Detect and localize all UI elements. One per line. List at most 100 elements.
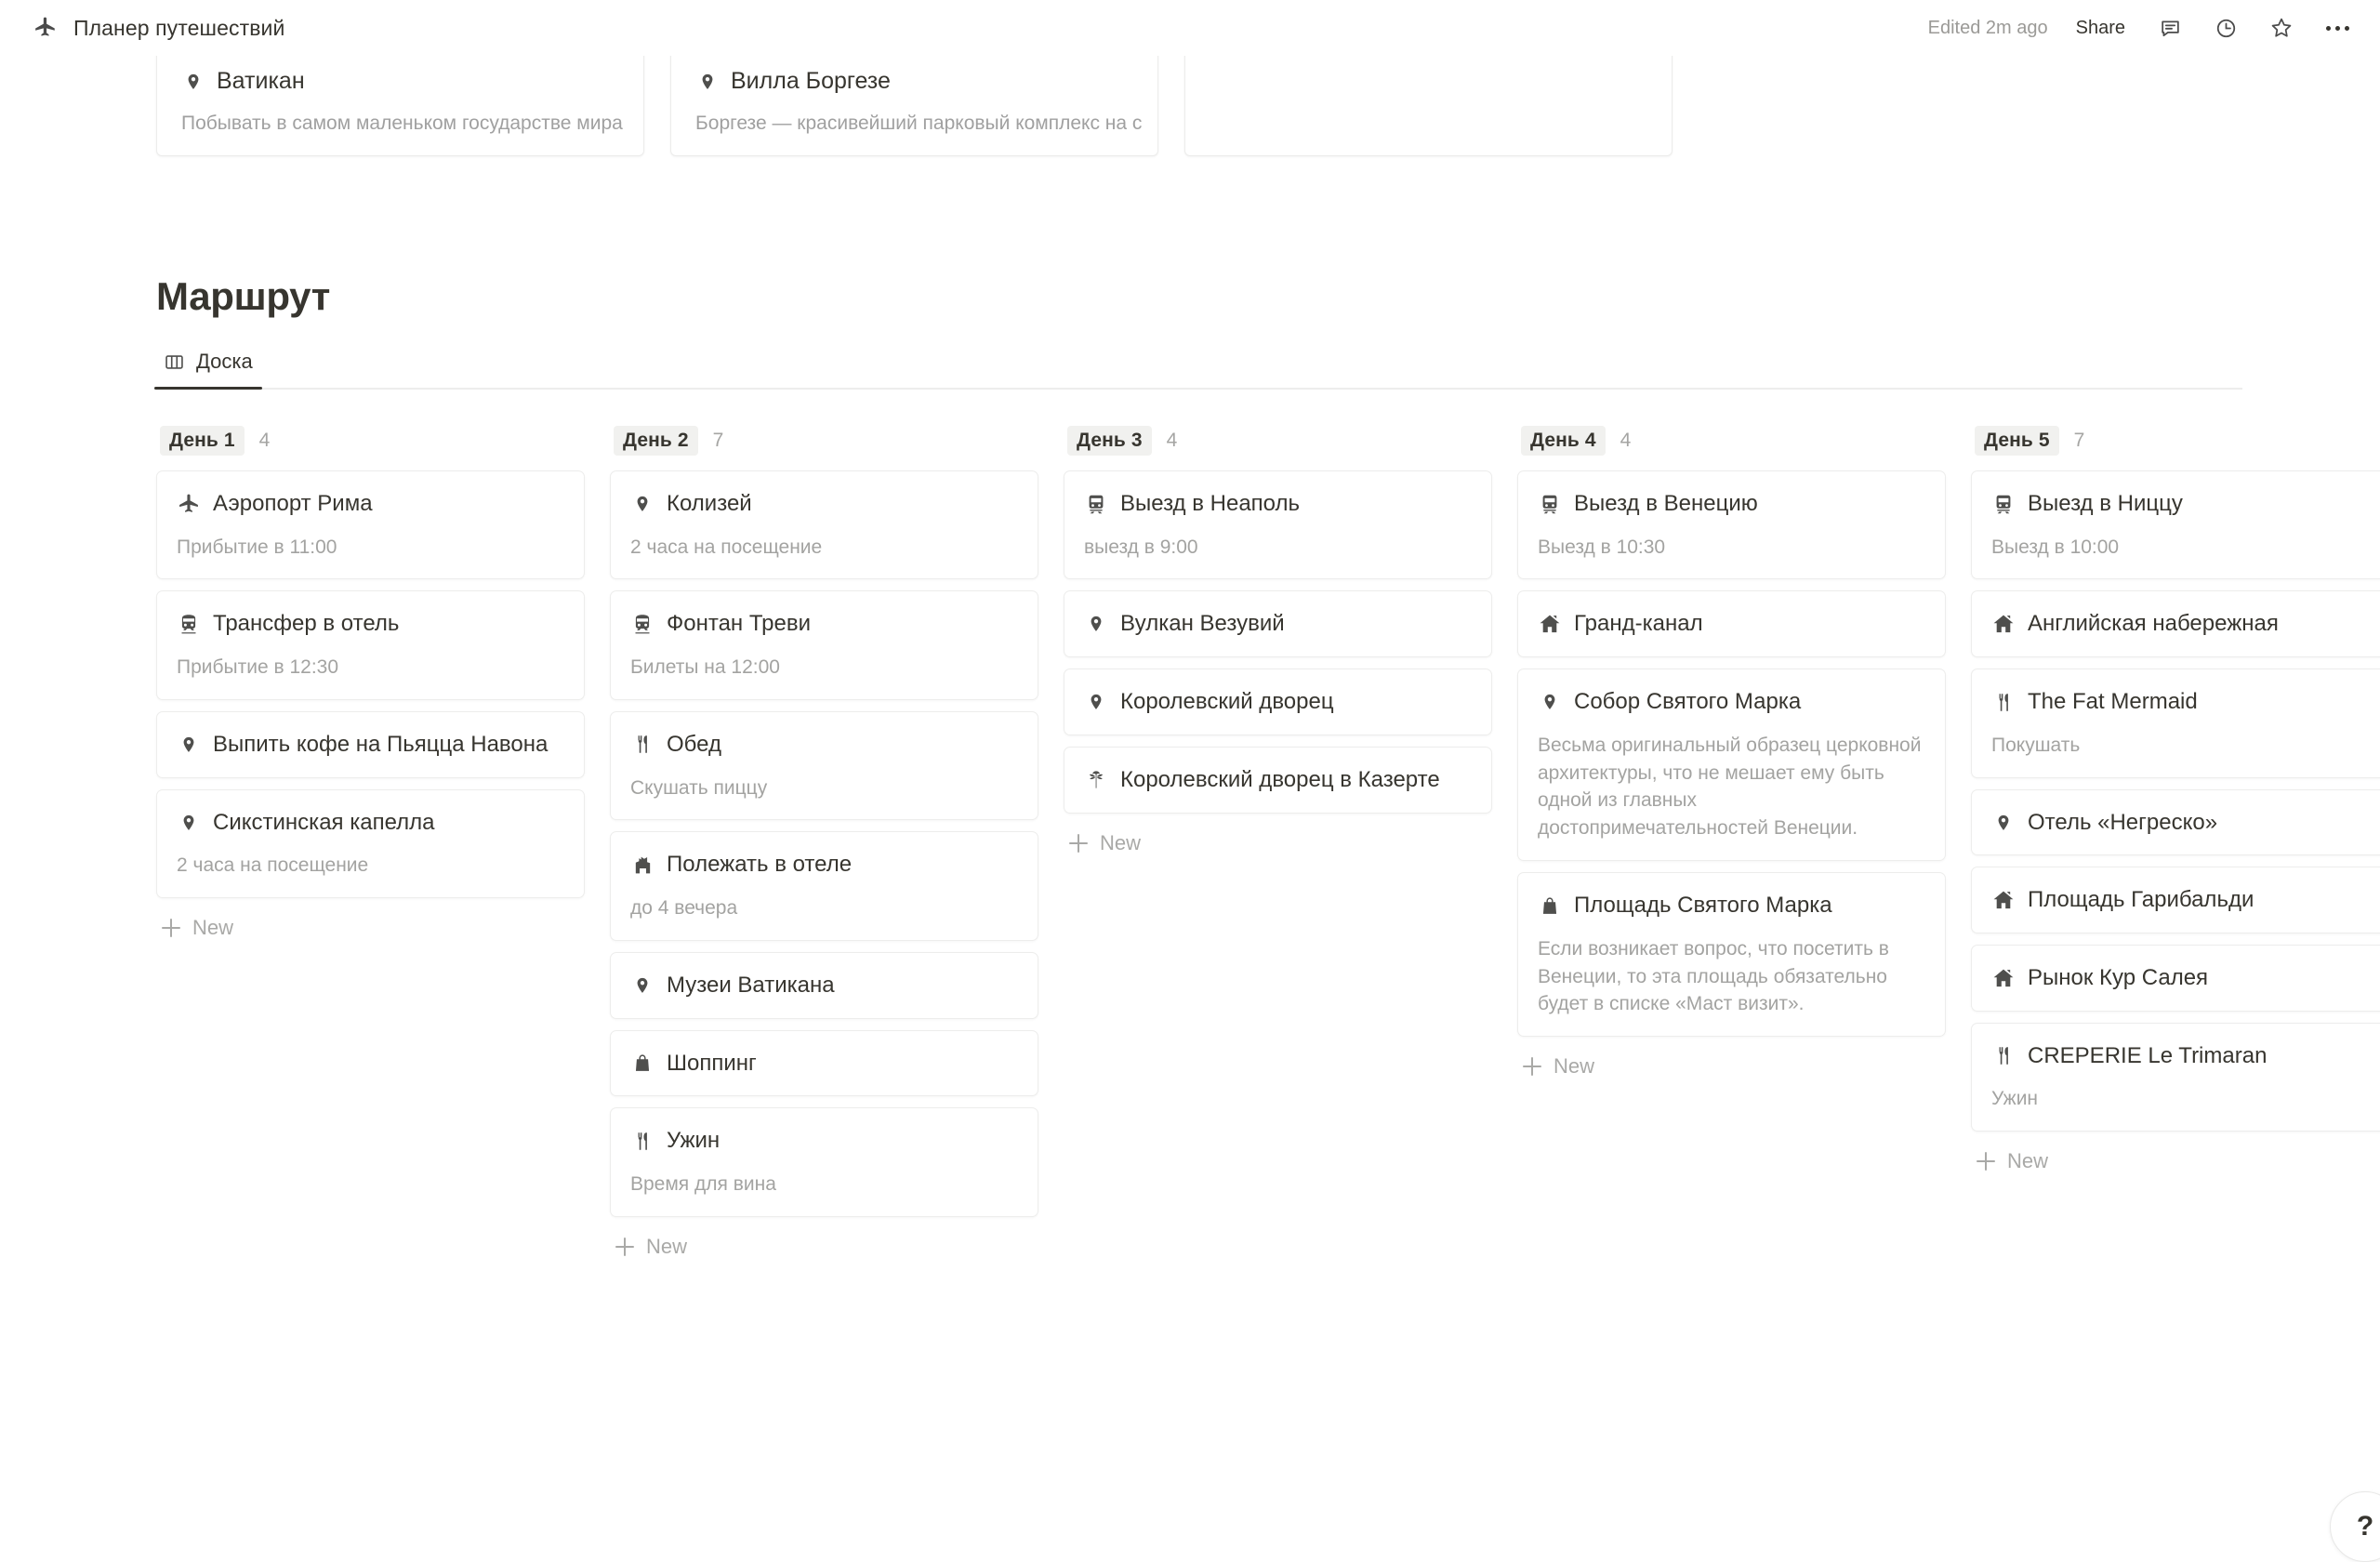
gallery-card-title: Вилла Боргезе — [731, 68, 891, 94]
card-title: Полежать в отеле — [667, 852, 853, 878]
board-card[interactable]: Музеи Ватикана — [610, 951, 1038, 1019]
board-card[interactable]: Площадь Святого Марка Если возникает вопр… — [1517, 872, 1946, 1038]
page-root: Планер путешествий Edited 2m ago Share В… — [0, 0, 2380, 1562]
card-title: Рынок Кур Салея — [2028, 964, 2209, 990]
home-icon — [1991, 610, 2016, 638]
column-count: 4 — [1166, 430, 1178, 451]
board-card[interactable]: The Fat Mermaid Покушать — [1971, 668, 2380, 778]
board-card[interactable]: Королевский дворец в Казерте — [1064, 746, 1492, 814]
board-card[interactable]: Выезд в Венецию Выезд в 10:30 — [1517, 470, 1946, 580]
board-card[interactable]: Трансфер в отель Прибытие в 12:30 — [156, 590, 585, 700]
column-count: 4 — [258, 430, 271, 451]
shopping-bag-icon — [630, 1050, 654, 1078]
board-card[interactable]: Гранд-канал — [1517, 590, 1946, 658]
card-subtitle: Прибытие в 11:00 — [177, 536, 337, 558]
board-card[interactable]: Сикстинская капелла 2 часа на посещение — [156, 788, 585, 899]
airplane-icon — [32, 14, 60, 42]
board-card[interactable]: Аэропорт Рима Прибытие в 11:00 — [156, 470, 585, 580]
column-header[interactable]: День 3 4 — [1064, 420, 1492, 461]
column-name-chip: День 5 — [1975, 426, 2059, 456]
card-subtitle: Прибытие в 12:30 — [177, 656, 339, 679]
card-title-row: Сикстинская капелла — [177, 808, 563, 838]
star-icon[interactable] — [2265, 11, 2298, 45]
board-card[interactable]: Вулкан Везувий — [1064, 590, 1492, 658]
card-title: Выпить кофе на Пьяцца Навона — [213, 731, 549, 757]
home-icon — [1991, 964, 2016, 992]
card-title-row: Выезд в Ниццу — [1991, 489, 2378, 519]
board-card[interactable]: CREPERIE Le Trimaran Ужин — [1971, 1022, 2380, 1132]
card-title-row: Музеи Ватикана — [630, 971, 1017, 1000]
card-title-row: Выпить кофе на Пьяцца Навона — [177, 730, 563, 760]
comment-icon[interactable] — [2153, 11, 2187, 45]
more-options-icon[interactable] — [2320, 11, 2354, 45]
share-button[interactable]: Share — [2070, 14, 2131, 43]
board-card[interactable]: Выезд в Ниццу Выезд в 10:00 — [1971, 470, 2380, 580]
gallery-card-desc: Боргезе — красивейший парковый комплекс … — [695, 113, 1143, 134]
board-card[interactable]: Площадь Гарибальди — [1971, 867, 2380, 933]
board-card[interactable]: Выезд в Неаполь выезд в 9:00 — [1064, 470, 1492, 580]
card-list: Выезд в Ниццу Выезд в 10:00 Английская наб… — [1971, 470, 2380, 1132]
column-header[interactable]: День 5 7 — [1971, 420, 2380, 461]
column-header[interactable]: День 4 4 — [1517, 420, 1946, 461]
card-subtitle: до 4 вечера — [630, 897, 738, 920]
plus-icon — [615, 1237, 634, 1256]
card-title: Вулкан Везувий — [1120, 611, 1285, 637]
board-card[interactable]: Английская набережная — [1971, 590, 2380, 658]
train-icon — [1084, 490, 1108, 518]
column-header[interactable]: День 2 7 — [610, 420, 1038, 461]
gallery-card-title-row: Ватикан — [181, 67, 619, 96]
board-card[interactable]: Колизей 2 часа на посещение — [610, 470, 1038, 580]
tab-board-label: Доска — [196, 349, 253, 373]
tab-board[interactable]: Доска — [154, 347, 262, 390]
card-title-row: Аэропорт Рима — [177, 489, 563, 519]
card-title-row: Английская набережная — [1991, 609, 2378, 639]
gallery-card-title-row: Вилла Боргезе — [695, 67, 1133, 96]
card-title-row: Колизей — [630, 489, 1017, 519]
view-tabs: Доска — [154, 347, 2242, 390]
add-new-card-button[interactable]: New — [610, 1217, 1038, 1259]
card-title: Шоппинг — [667, 1050, 757, 1076]
plus-icon — [162, 919, 180, 938]
board-card[interactable]: Собор Святого Марка Весьма оригинальный о… — [1517, 668, 1946, 862]
cutlery-icon — [630, 1127, 654, 1155]
card-title-row: Королевский дворец — [1084, 687, 1471, 717]
board-card[interactable]: Отель «Негреско» — [1971, 788, 2380, 856]
card-title: Английская набережная — [2028, 611, 2279, 637]
board-column: День 5 7 Выезд в Ниццу Выезд в 10:00 Английс… — [1971, 420, 2380, 1259]
board-card[interactable]: Ужин Время для вина — [610, 1107, 1038, 1217]
pin-icon — [630, 972, 654, 999]
board-column: День 2 7 Колизей 2 часа на посещение Фонтан … — [610, 420, 1038, 1259]
board-card[interactable]: Обед Скушать пиццу — [610, 710, 1038, 821]
board-card[interactable]: Шоппинг — [610, 1029, 1038, 1097]
breadcrumb[interactable]: Планер путешествий — [32, 14, 284, 42]
column-header[interactable]: День 1 4 — [156, 420, 585, 461]
card-list: Выезд в Венецию Выезд в 10:30 Гранд-канал С… — [1517, 470, 1946, 1038]
add-new-card-button[interactable]: New — [1971, 1132, 2380, 1173]
card-title: CREPERIE Le Trimaran — [2028, 1042, 2268, 1068]
card-title-row: Полежать в отеле — [630, 850, 1017, 880]
top-bar-actions: Edited 2m ago Share — [1928, 11, 2354, 45]
add-new-card-label: New — [1554, 1054, 1595, 1079]
column-name-chip: День 2 — [614, 426, 698, 456]
add-new-card-button[interactable]: New — [156, 898, 585, 940]
add-new-card-button[interactable]: New — [1064, 814, 1492, 855]
card-title-row: Обед — [630, 730, 1017, 760]
board-card[interactable]: Полежать в отеле до 4 вечера — [610, 831, 1038, 941]
card-title: Собор Святого Марка — [1574, 689, 1802, 715]
help-button[interactable]: ? — [2330, 1491, 2380, 1562]
section-heading: Маршрут — [156, 274, 330, 318]
card-title-row: Фонтан Треви — [630, 609, 1017, 639]
clock-icon[interactable] — [2209, 11, 2242, 45]
board-card[interactable]: Рынок Кур Салея — [1971, 944, 2380, 1012]
card-title: Фонтан Треви — [667, 611, 812, 637]
top-bar: Планер путешествий Edited 2m ago Share — [0, 0, 2380, 56]
add-new-card-label: New — [646, 1234, 688, 1258]
column-name-chip: День 4 — [1521, 426, 1606, 456]
board-card[interactable]: Фонтан Треви Билеты на 12:00 — [610, 590, 1038, 700]
add-new-card-button[interactable]: New — [1517, 1037, 1946, 1079]
pin-icon — [1991, 809, 2016, 837]
board-card[interactable]: Королевский дворец — [1064, 668, 1492, 735]
card-title: Выезд в Ниццу — [2028, 491, 2183, 516]
board-card[interactable]: Выпить кофе на Пьяцца Навона — [156, 710, 585, 778]
card-title: Площадь Гарибальди — [2028, 887, 2254, 913]
